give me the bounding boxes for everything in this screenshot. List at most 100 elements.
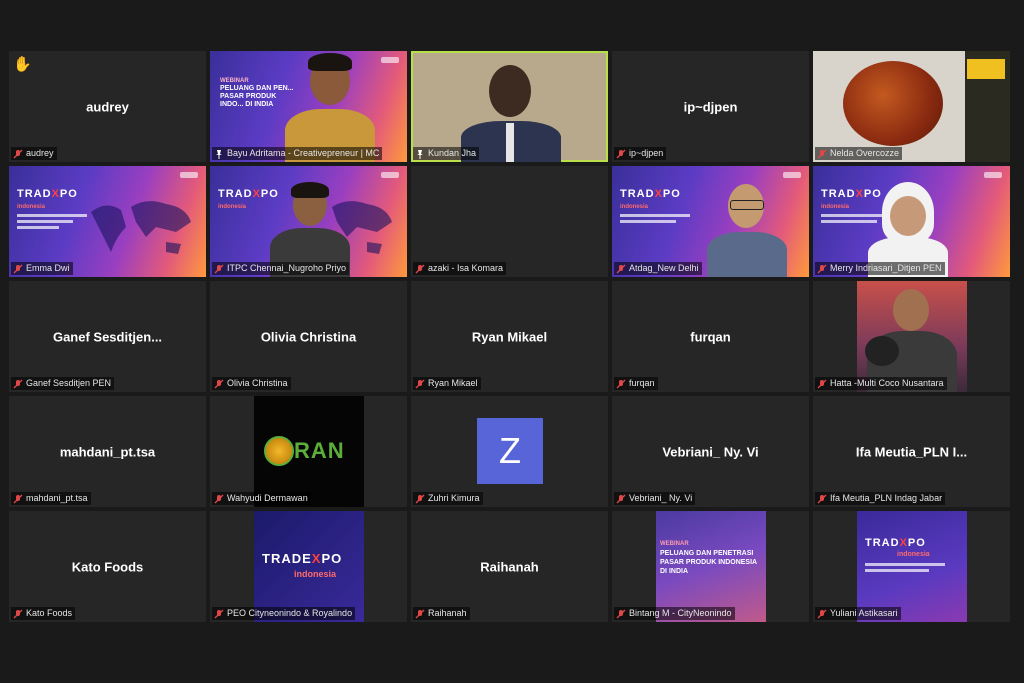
tradexpo-poster: TRADEXPO indonesia	[254, 511, 364, 622]
tradexpo-subtitle: indonesia	[17, 204, 46, 210]
participant-tile[interactable]: furqan furqan	[612, 281, 809, 392]
participant-tile[interactable]: ip~djpen ip~djpen	[612, 51, 809, 162]
mic-muted-icon	[616, 609, 626, 619]
participant-name-label: Merry Indriasari_Ditjen PEN	[815, 262, 945, 275]
mic-muted-icon	[817, 609, 827, 619]
participant-name-label: Yuliani Astikasari	[815, 607, 901, 620]
mic-muted-icon	[214, 494, 224, 504]
participant-display-name: audrey	[86, 99, 129, 114]
mic-muted-icon	[616, 149, 626, 159]
participant-name-label: Zuhri Kimura	[413, 492, 483, 505]
participant-tile[interactable]: Ganef Sesditjen... Ganef Sesditjen PEN	[9, 281, 206, 392]
participant-tile[interactable]: TRADEXPO indonesia PEO Cityneonindo & Ro…	[210, 511, 407, 622]
participant-tile[interactable]: Hatta -Multi Coco Nusantara	[813, 281, 1010, 392]
participant-tile[interactable]: RAN Wahyudi Dermawan	[210, 396, 407, 507]
tradexpo-logo: TRADXPO	[865, 537, 926, 549]
slide-text-lines	[865, 563, 945, 575]
food-product-image	[843, 61, 943, 146]
participant-video	[702, 182, 792, 277]
slide-text-lines	[17, 214, 87, 232]
mic-muted-icon	[214, 379, 224, 389]
participant-grid: ✋ audrey audrey WEBINAR PELUANG DAN PEN.…	[9, 51, 1010, 622]
participant-name-label: Kundan Jha	[413, 147, 480, 160]
participant-display-name: ip~djpen	[683, 99, 738, 114]
tradexpo-subtitle: indonesia	[897, 551, 930, 558]
participant-tile[interactable]: Ifa Meutia_PLN I... Ifa Meutia_PLN Indag…	[813, 396, 1010, 507]
webinar-title: PELUANG DAN PENETRASI PASAR PRODUK INDON…	[660, 550, 757, 575]
participant-tile[interactable]: TRADXPO indonesia Merry Indriasari_Ditje…	[813, 166, 1010, 277]
logo-placeholder	[783, 172, 801, 178]
participant-tile[interactable]: TRADXPO indonesia Yuliani Astikasari	[813, 511, 1010, 622]
participant-display-name: Vebriani_ Ny. Vi	[662, 444, 759, 459]
participant-tile[interactable]: Vebriani_ Ny. Vi Vebriani_ Ny. Vi	[612, 396, 809, 507]
mic-muted-icon	[616, 494, 626, 504]
mic-muted-icon	[817, 379, 827, 389]
participant-tile-active-speaker[interactable]: Kundan Jha	[411, 51, 608, 162]
avatar: Z	[477, 418, 543, 484]
participant-tile[interactable]: WEBINAR PELUANG DAN PENETRASI PASAR PROD…	[612, 511, 809, 622]
participant-tile[interactable]: Kato Foods Kato Foods	[9, 511, 206, 622]
participant-name-label: Kato Foods	[11, 607, 76, 620]
participant-name-label: Bintang M - CityNeonindo	[614, 607, 735, 620]
logo-placeholder	[381, 57, 399, 63]
mic-muted-icon	[13, 609, 23, 619]
participant-display-name: Kato Foods	[71, 559, 144, 574]
mic-muted-icon	[214, 264, 224, 274]
mic-muted-icon	[13, 494, 23, 504]
tradexpo-subtitle: indonesia	[218, 204, 247, 210]
mic-muted-icon	[13, 379, 23, 389]
participant-display-name: mahdani_pt.tsa	[59, 444, 156, 459]
participant-tile[interactable]: Nelda Overcozze	[813, 51, 1010, 162]
tradexpo-logo: TRADEXPO	[262, 551, 343, 566]
tradexpo-subtitle: indonesia	[821, 204, 850, 210]
participant-display-name: Raihanah	[480, 559, 539, 574]
slide-text-lines	[620, 214, 690, 226]
participant-tile[interactable]: Z Zuhri Kimura	[411, 396, 608, 507]
mic-muted-icon	[415, 609, 425, 619]
pin-icon	[214, 149, 224, 159]
logo-placeholder	[180, 172, 198, 178]
logo-placeholder	[984, 172, 1002, 178]
tradexpo-logo: TRADXPO	[620, 188, 681, 200]
participant-display-name: Ifa Meutia_PLN I...	[855, 444, 968, 459]
participant-tile[interactable]: azaki - Isa Komara	[411, 166, 608, 277]
participant-name-label: Emma Dwi	[11, 262, 73, 275]
participant-name-label: ITPC Chennai_Nugroho Priyo	[212, 262, 350, 275]
participant-name-label: mahdani_pt.tsa	[11, 492, 91, 505]
participant-video	[451, 51, 571, 162]
participant-name-label: Ganef Sesditjen PEN	[11, 377, 115, 390]
tradexpo-logo: TRADXPO	[17, 188, 78, 200]
participant-tile[interactable]: TRADXPO indonesia Emma Dwi	[9, 166, 206, 277]
tradexpo-poster: TRADXPO indonesia	[857, 511, 967, 622]
ran-logo-text: RAN	[294, 438, 345, 463]
mic-muted-icon	[13, 149, 23, 159]
participant-name-label: azaki - Isa Komara	[413, 262, 507, 275]
participant-tile[interactable]: TRADXPO indonesia ITPC Chennai_Nugroho P…	[210, 166, 407, 277]
participant-tile[interactable]: Olivia Christina Olivia Christina	[210, 281, 407, 392]
participant-video	[280, 51, 380, 162]
participant-tile[interactable]: Raihanah Raihanah	[411, 511, 608, 622]
participant-name-label: Olivia Christina	[212, 377, 291, 390]
participant-display-name: Olivia Christina	[260, 329, 357, 344]
participant-name-label: Wahyudi Dermawan	[212, 492, 311, 505]
mic-muted-icon	[415, 379, 425, 389]
raised-hand-icon: ✋	[13, 56, 32, 73]
mic-muted-icon	[616, 379, 626, 389]
tradexpo-subtitle: indonesia	[620, 204, 649, 210]
participant-name-label: Vebriani_ Ny. Vi	[614, 492, 696, 505]
leaf-logo-icon	[264, 436, 294, 466]
company-logo: RAN	[254, 396, 364, 507]
participant-name-label: Ryan Mikael	[413, 377, 481, 390]
participant-name-label: Atdag_New Delhi	[614, 262, 702, 275]
participant-tile[interactable]: ✋ audrey audrey	[9, 51, 206, 162]
participant-display-name: Ganef Sesditjen...	[52, 329, 163, 344]
participant-tile[interactable]: TRADXPO indonesia Atdag_New Delhi	[612, 166, 809, 277]
participant-display-name: Ryan Mikael	[471, 329, 548, 344]
participant-name-label: Nelda Overcozze	[815, 147, 903, 160]
participant-video	[857, 281, 967, 392]
participant-tile[interactable]: Ryan Mikael Ryan Mikael	[411, 281, 608, 392]
mic-muted-icon	[415, 264, 425, 274]
world-map-graphic	[91, 201, 191, 254]
participant-tile[interactable]: mahdani_pt.tsa mahdani_pt.tsa	[9, 396, 206, 507]
participant-tile[interactable]: WEBINAR PELUANG DAN PEN... PASAR PRODUK …	[210, 51, 407, 162]
